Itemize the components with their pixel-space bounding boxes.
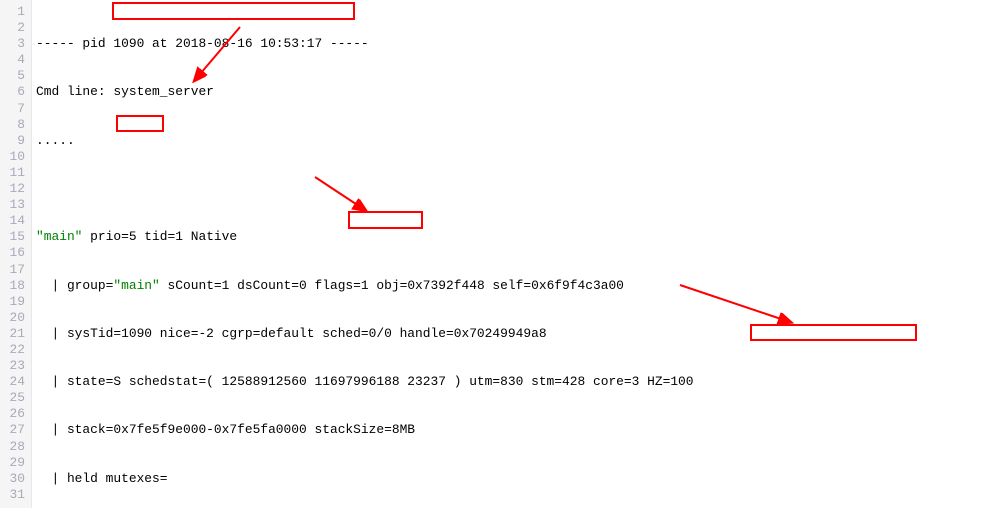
line-number: 31 (0, 487, 25, 503)
line-number: 15 (0, 229, 25, 245)
code-line: ----- pid 1090 at 2018-08-16 10:53:17 --… (36, 36, 833, 52)
code-line: ..... (36, 133, 833, 149)
line-number: 5 (0, 68, 25, 84)
code-line: | stack=0x7fe5f9e000-0x7fe5fa0000 stackS… (36, 422, 833, 438)
line-number: 24 (0, 374, 25, 390)
line-number: 6 (0, 84, 25, 100)
line-number: 12 (0, 181, 25, 197)
line-number: 18 (0, 278, 25, 294)
line-number: 21 (0, 326, 25, 342)
code-line: Cmd line: system_server (36, 84, 833, 100)
line-number: 14 (0, 213, 25, 229)
line-number: 20 (0, 310, 25, 326)
line-number-gutter: 1 2 3 4 5 6 7 8 9 10 11 12 13 14 15 16 1… (0, 0, 32, 508)
code-line: | held mutexes= (36, 471, 833, 487)
line-number: 27 (0, 422, 25, 438)
editor: 1 2 3 4 5 6 7 8 9 10 11 12 13 14 15 16 1… (0, 0, 1000, 508)
line-number: 2 (0, 20, 25, 36)
line-number: 10 (0, 149, 25, 165)
code-line (36, 181, 833, 197)
code-line: "main" prio=5 tid=1 Native (36, 229, 833, 245)
code-line: | sysTid=1090 nice=-2 cgrp=default sched… (36, 326, 833, 342)
line-number: 3 (0, 36, 25, 52)
line-number: 29 (0, 455, 25, 471)
code-line: | state=S schedstat=( 12588912560 116979… (36, 374, 833, 390)
line-number: 26 (0, 406, 25, 422)
line-number: 11 (0, 165, 25, 181)
line-number: 1 (0, 4, 25, 20)
line-number: 19 (0, 294, 25, 310)
line-number: 23 (0, 358, 25, 374)
line-number: 8 (0, 117, 25, 133)
code-line: | group="main" sCount=1 dsCount=0 flags=… (36, 278, 833, 294)
line-number: 4 (0, 52, 25, 68)
line-number: 9 (0, 133, 25, 149)
line-number: 28 (0, 439, 25, 455)
line-number: 30 (0, 471, 25, 487)
line-number: 22 (0, 342, 25, 358)
line-number: 25 (0, 390, 25, 406)
line-number: 16 (0, 245, 25, 261)
code-area[interactable]: ----- pid 1090 at 2018-08-16 10:53:17 --… (32, 0, 833, 508)
line-number: 7 (0, 101, 25, 117)
line-number: 17 (0, 262, 25, 278)
line-number: 13 (0, 197, 25, 213)
